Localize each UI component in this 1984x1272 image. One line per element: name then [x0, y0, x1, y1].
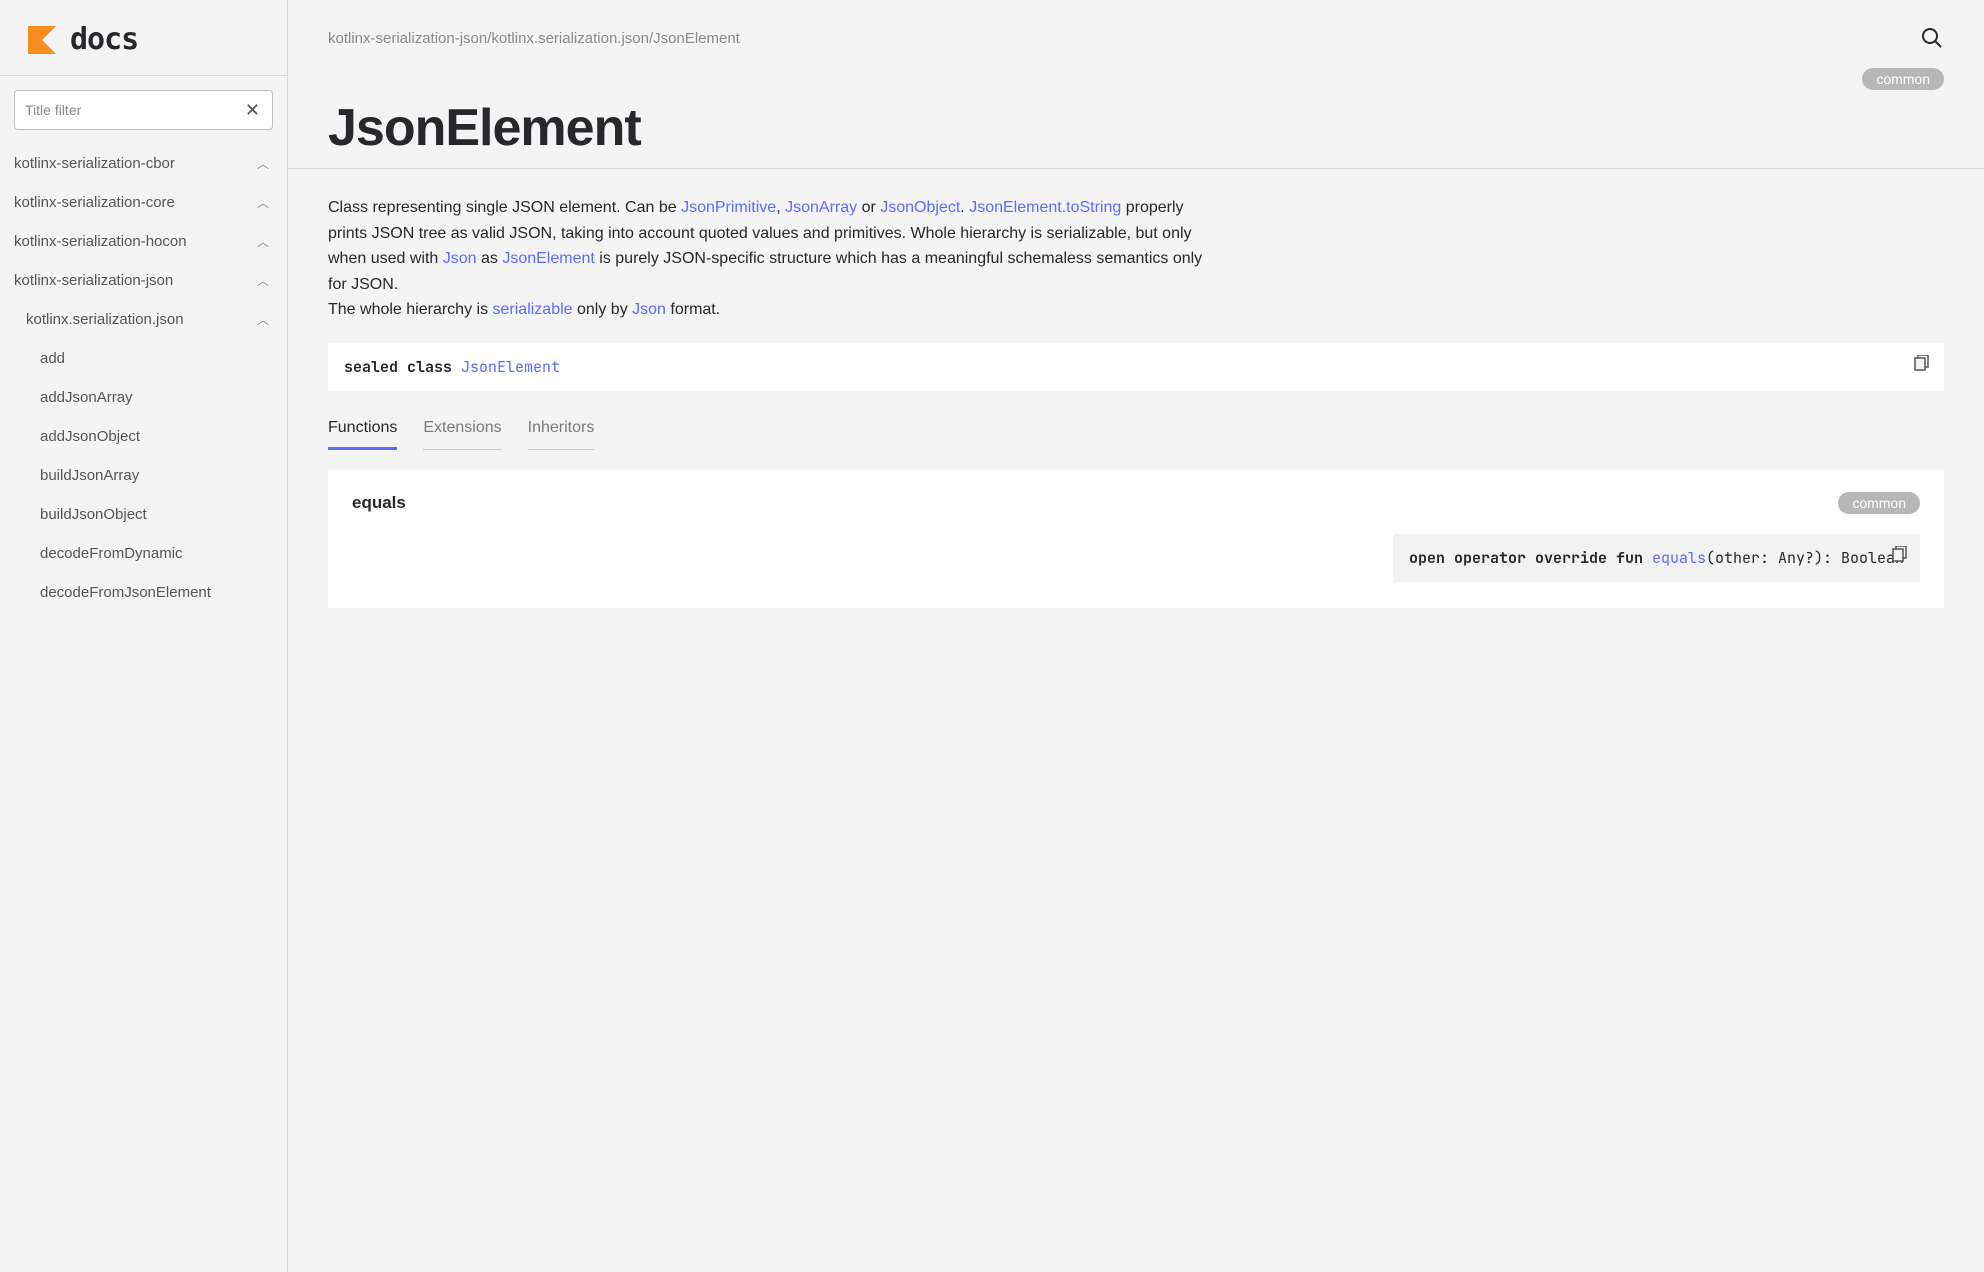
link-serializable[interactable]: serializable: [493, 301, 573, 318]
link-jsonprimitive[interactable]: JsonPrimitive: [681, 199, 776, 216]
link-tostring[interactable]: JsonElement.toString: [969, 199, 1121, 216]
nav-label: kotlinx-serialization-core: [14, 194, 175, 211]
logo-text: docs: [70, 22, 138, 57]
main-content: kotlinx-serialization-json/kotlinx.seria…: [288, 0, 1984, 1272]
page-title: JsonElement: [328, 98, 1944, 158]
kotlin-logo-icon: [28, 26, 56, 54]
tab-functions[interactable]: Functions: [328, 419, 397, 450]
breadcrumb[interactable]: kotlinx-serialization-json/kotlinx.seria…: [328, 30, 740, 47]
nav-label: decodeFromJsonElement: [40, 584, 211, 601]
nav-item-core[interactable]: kotlinx-serialization-core ︿: [0, 183, 287, 222]
nav-label: add: [40, 350, 65, 367]
nav-label: buildJsonArray: [40, 467, 139, 484]
nav-leaf[interactable]: addJsonArray: [0, 378, 287, 417]
description: Class representing single JSON element. …: [288, 169, 1248, 333]
nav-leaf[interactable]: decodeFromJsonElement: [0, 573, 287, 612]
function-signature: open operator override fun equals(other:…: [1393, 534, 1920, 582]
chevron-up-icon: ︿: [257, 194, 269, 211]
copy-icon[interactable]: [1914, 355, 1930, 371]
nav-leaf[interactable]: addJsonObject: [0, 417, 287, 456]
chevron-up-icon: ︿: [257, 311, 269, 328]
nav-label: kotlinx.serialization.json: [26, 311, 184, 328]
logo-row: docs: [0, 0, 287, 76]
copy-icon[interactable]: [1892, 546, 1908, 562]
chevron-up-icon: ︿: [257, 272, 269, 289]
search-icon[interactable]: [1920, 26, 1944, 50]
sidebar: docs ✕ kotlinx-serialization-cbor ︿ kotl…: [0, 0, 288, 1272]
nav-item-cbor[interactable]: kotlinx-serialization-cbor ︿: [0, 144, 287, 183]
chevron-up-icon: ︿: [257, 155, 269, 172]
nav-leaf[interactable]: buildJsonObject: [0, 495, 287, 534]
nav-label: addJsonObject: [40, 428, 140, 445]
nav-item-json[interactable]: kotlinx-serialization-json ︿: [0, 261, 287, 300]
function-card-equals: equals common open operator override fun…: [328, 470, 1944, 608]
nav-sub-package[interactable]: kotlinx.serialization.json ︿: [0, 300, 287, 339]
class-signature: sealed class JsonElement: [328, 343, 1944, 391]
filter-input[interactable]: [25, 102, 243, 118]
nav-leaf[interactable]: decodeFromDynamic: [0, 534, 287, 573]
nav-list: kotlinx-serialization-cbor ︿ kotlinx-ser…: [0, 140, 287, 612]
func-link[interactable]: equals: [1652, 548, 1706, 568]
nav-leaf[interactable]: buildJsonArray: [0, 456, 287, 495]
tab-extensions[interactable]: Extensions: [423, 419, 501, 450]
platform-badge: common: [1862, 68, 1944, 90]
nav-label: kotlinx-serialization-hocon: [14, 233, 187, 250]
nav-label: addJsonArray: [40, 389, 133, 406]
link-json[interactable]: Json: [443, 250, 477, 267]
link-json2[interactable]: Json: [632, 301, 666, 318]
link-jsonobject[interactable]: JsonObject: [880, 199, 960, 216]
nav-leaf[interactable]: add: [0, 339, 287, 378]
tabs: Functions Extensions Inheritors: [288, 391, 1984, 450]
platform-badge: common: [1838, 492, 1920, 514]
type-link[interactable]: JsonElement: [461, 357, 560, 377]
nav-label: decodeFromDynamic: [40, 545, 183, 562]
nav-label: kotlinx-serialization-json: [14, 272, 173, 289]
link-jsonelement[interactable]: JsonElement: [502, 250, 595, 267]
filter-box[interactable]: ✕: [14, 90, 273, 130]
nav-label: buildJsonObject: [40, 506, 147, 523]
nav-item-hocon[interactable]: kotlinx-serialization-hocon ︿: [0, 222, 287, 261]
function-name[interactable]: equals: [352, 493, 406, 513]
clear-icon[interactable]: ✕: [243, 100, 262, 121]
tab-inheritors[interactable]: Inheritors: [528, 419, 595, 450]
nav-label: kotlinx-serialization-cbor: [14, 155, 175, 172]
chevron-up-icon: ︿: [257, 233, 269, 250]
link-jsonarray[interactable]: JsonArray: [785, 199, 857, 216]
